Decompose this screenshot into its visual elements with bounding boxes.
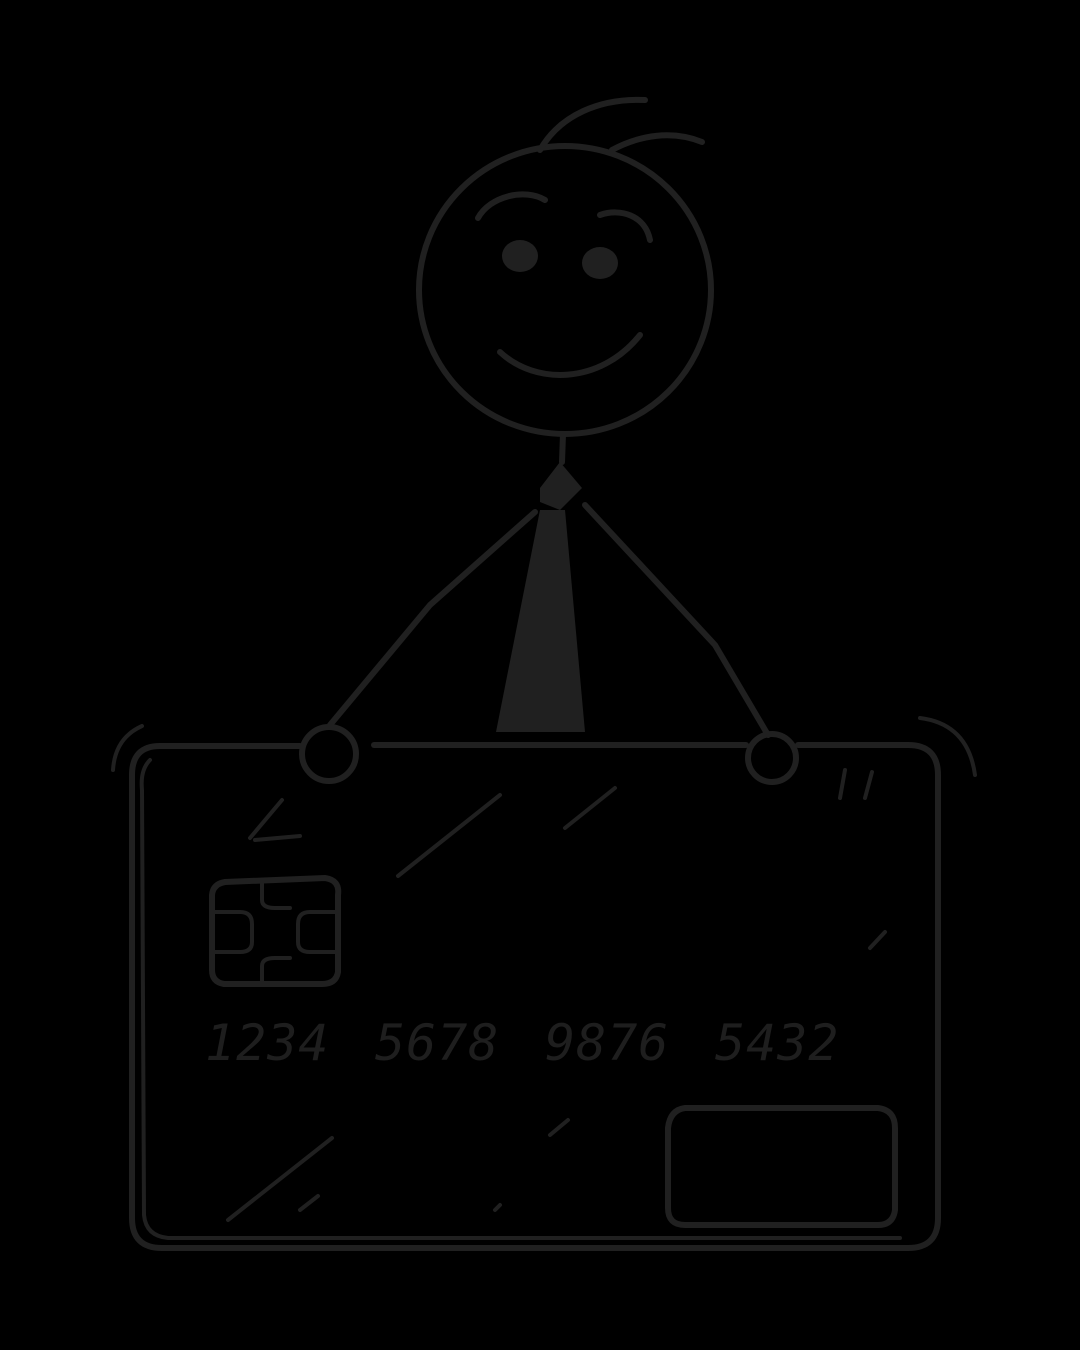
hair-strand-right bbox=[609, 132, 705, 153]
gloss-line bbox=[863, 770, 874, 800]
motion-mark-left bbox=[111, 724, 144, 772]
chip-contact-left bbox=[210, 910, 254, 954]
card-chip bbox=[209, 875, 342, 987]
gloss-line bbox=[868, 930, 887, 950]
gloss-line bbox=[298, 1194, 320, 1212]
card-number-group-3: 9876 bbox=[545, 1014, 669, 1072]
stickman-head bbox=[416, 96, 714, 437]
arm-right bbox=[582, 502, 771, 738]
stickman-body bbox=[299, 431, 799, 785]
neck bbox=[559, 431, 566, 465]
card-number-group-1: 1234 bbox=[205, 1014, 329, 1072]
gloss-line bbox=[838, 768, 847, 800]
hand-left bbox=[299, 724, 359, 784]
eye-left bbox=[502, 240, 538, 272]
eye-right bbox=[582, 247, 618, 279]
eyebrow-right bbox=[597, 209, 653, 243]
card-label-box bbox=[665, 1105, 898, 1228]
hand-right bbox=[745, 731, 799, 785]
stickman-credit-card-illustration: 1234 5678 9876 5432 bbox=[111, 96, 977, 1251]
tie-knot bbox=[540, 462, 582, 510]
credit-card: 1234 5678 9876 5432 bbox=[111, 716, 977, 1251]
tie bbox=[496, 510, 585, 732]
chip-contact-top bbox=[260, 880, 292, 910]
card-outline bbox=[129, 742, 941, 1251]
card-number-group-2: 5678 bbox=[375, 1014, 499, 1072]
chip-outline bbox=[209, 875, 342, 987]
head-outline bbox=[416, 143, 714, 437]
eyebrow-left bbox=[475, 191, 548, 221]
gloss-line bbox=[226, 1136, 334, 1222]
gloss-line bbox=[396, 793, 502, 878]
gloss-line bbox=[548, 1118, 570, 1137]
illustration-canvas: 1234 5678 9876 5432 bbox=[0, 0, 1080, 1350]
chip-contact-right bbox=[296, 910, 340, 954]
chip-contact-bottom bbox=[260, 956, 292, 986]
gloss-line bbox=[253, 834, 302, 842]
gloss-line bbox=[563, 786, 617, 830]
card-number-group-4: 5432 bbox=[715, 1014, 839, 1072]
card-number: 1234 5678 9876 5432 bbox=[205, 1014, 839, 1072]
gloss-line bbox=[248, 798, 284, 840]
smile-mouth bbox=[497, 332, 643, 378]
motion-mark-right bbox=[918, 716, 977, 777]
gloss-line bbox=[493, 1203, 502, 1212]
